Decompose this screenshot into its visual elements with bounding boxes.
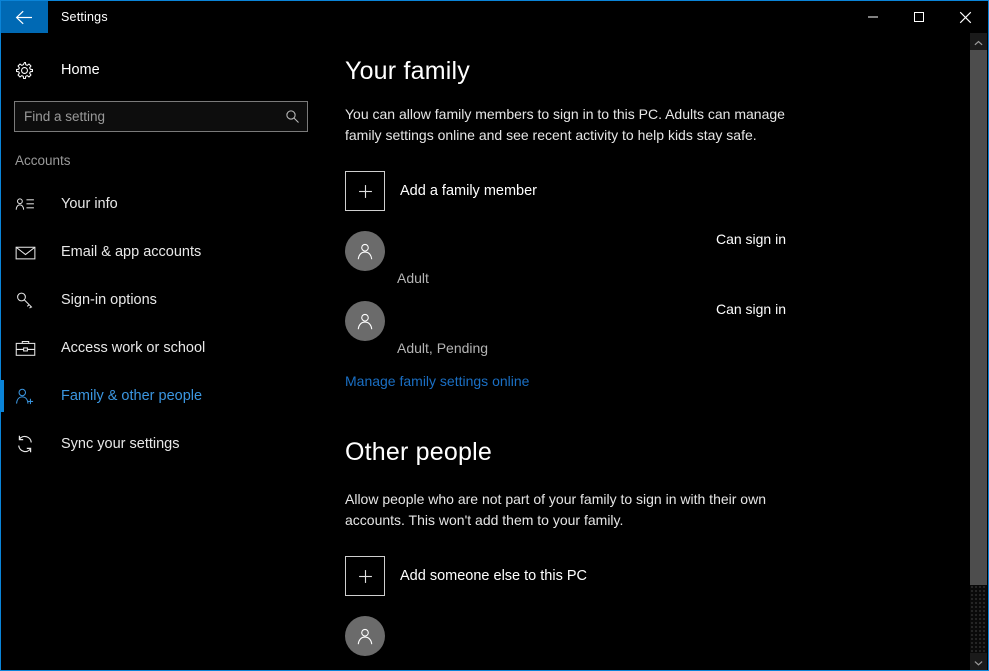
window-title: Settings	[61, 10, 108, 24]
sidebar-item-home[interactable]: Home	[1, 53, 331, 87]
sidebar-item-email-app-accounts[interactable]: Email & app accounts	[1, 228, 331, 276]
sidebar: Home Accounts	[1, 33, 331, 670]
search-icon[interactable]	[277, 109, 307, 124]
title-bar: Settings	[1, 1, 988, 33]
person-avatar-icon	[345, 301, 385, 341]
key-icon	[15, 291, 47, 310]
chevron-up-icon	[974, 33, 983, 51]
sidebar-nav-list: Your info Email & app accounts Sign-in o…	[1, 180, 331, 468]
family-member-row[interactable]: Adult, Pending Can sign in	[345, 301, 966, 365]
page-title: Your family	[345, 57, 470, 85]
other-people-heading: Other people	[345, 438, 492, 466]
add-someone-else-button[interactable]: Add someone else to this PC	[345, 556, 966, 596]
scrollbar-thumb[interactable]	[970, 50, 987, 585]
selection-accent-bar	[1, 380, 4, 412]
person-avatar-icon	[345, 616, 385, 656]
close-icon	[959, 11, 972, 24]
search-box[interactable]	[14, 101, 308, 132]
sidebar-item-label: Email & app accounts	[61, 244, 202, 260]
envelope-icon	[15, 245, 47, 260]
window-controls	[850, 1, 988, 33]
sidebar-home-label: Home	[61, 62, 100, 78]
plus-icon	[345, 556, 385, 596]
minimize-button[interactable]	[850, 1, 896, 33]
manage-family-settings-link[interactable]: Manage family settings online	[345, 373, 529, 389]
sidebar-section-label: Accounts	[15, 153, 71, 168]
add-family-member-label: Add a family member	[400, 183, 537, 199]
sidebar-item-label: Access work or school	[61, 340, 206, 356]
vertical-scrollbar[interactable]	[970, 33, 987, 670]
search-input[interactable]	[15, 109, 277, 124]
back-arrow-icon	[15, 10, 34, 25]
scroll-down-button[interactable]	[970, 653, 987, 670]
status-badge: Can sign in	[715, 231, 786, 247]
family-member-subtitle: Adult	[397, 270, 429, 286]
add-someone-else-label: Add someone else to this PC	[400, 568, 587, 584]
settings-window: Settings Home Find a setting Accounts Yo…	[0, 0, 989, 671]
family-description: You can allow family members to sign in …	[345, 106, 785, 143]
back-button[interactable]	[1, 1, 48, 33]
sidebar-item-label: Family & other people	[61, 388, 203, 404]
scrollbar-track-lower[interactable]	[970, 585, 987, 653]
family-member-row[interactable]: Adult Can sign in	[345, 231, 966, 295]
chevron-down-icon	[974, 653, 983, 671]
close-button[interactable]	[942, 1, 988, 33]
sidebar-item-family-other-people[interactable]: Family & other people	[1, 372, 331, 420]
family-member-subtitle: Adult, Pending	[397, 340, 489, 356]
maximize-button[interactable]	[896, 1, 942, 33]
sidebar-item-sign-in-options[interactable]: Sign-in options	[1, 276, 331, 324]
sync-icon	[15, 434, 47, 454]
sidebar-item-label: Sync your settings	[61, 436, 180, 452]
status-badge: Can sign in	[715, 301, 786, 317]
scrollbar-track[interactable]	[970, 50, 987, 653]
sidebar-item-label: Sign-in options	[61, 292, 157, 308]
sidebar-item-label: Your info	[61, 196, 118, 212]
plus-icon	[345, 171, 385, 211]
sidebar-item-your-info[interactable]: Your info	[1, 180, 331, 228]
minimize-icon	[867, 11, 879, 23]
maximize-icon	[913, 11, 925, 23]
sidebar-item-access-work-or-school[interactable]: Access work or school	[1, 324, 331, 372]
other-people-description: Allow people who are not part of your fa…	[345, 491, 766, 528]
add-family-member-button[interactable]: Add a family member	[345, 171, 966, 211]
gear-icon	[15, 61, 47, 80]
person-avatar-icon	[345, 231, 385, 271]
other-person-row[interactable]	[345, 616, 966, 670]
briefcase-icon	[15, 340, 47, 357]
main-content: Your family You can allow family members…	[331, 33, 966, 670]
scroll-up-button[interactable]	[970, 33, 987, 50]
sidebar-item-sync-your-settings[interactable]: Sync your settings	[1, 420, 331, 468]
person-plus-icon	[15, 387, 47, 406]
person-card-icon	[15, 196, 47, 212]
